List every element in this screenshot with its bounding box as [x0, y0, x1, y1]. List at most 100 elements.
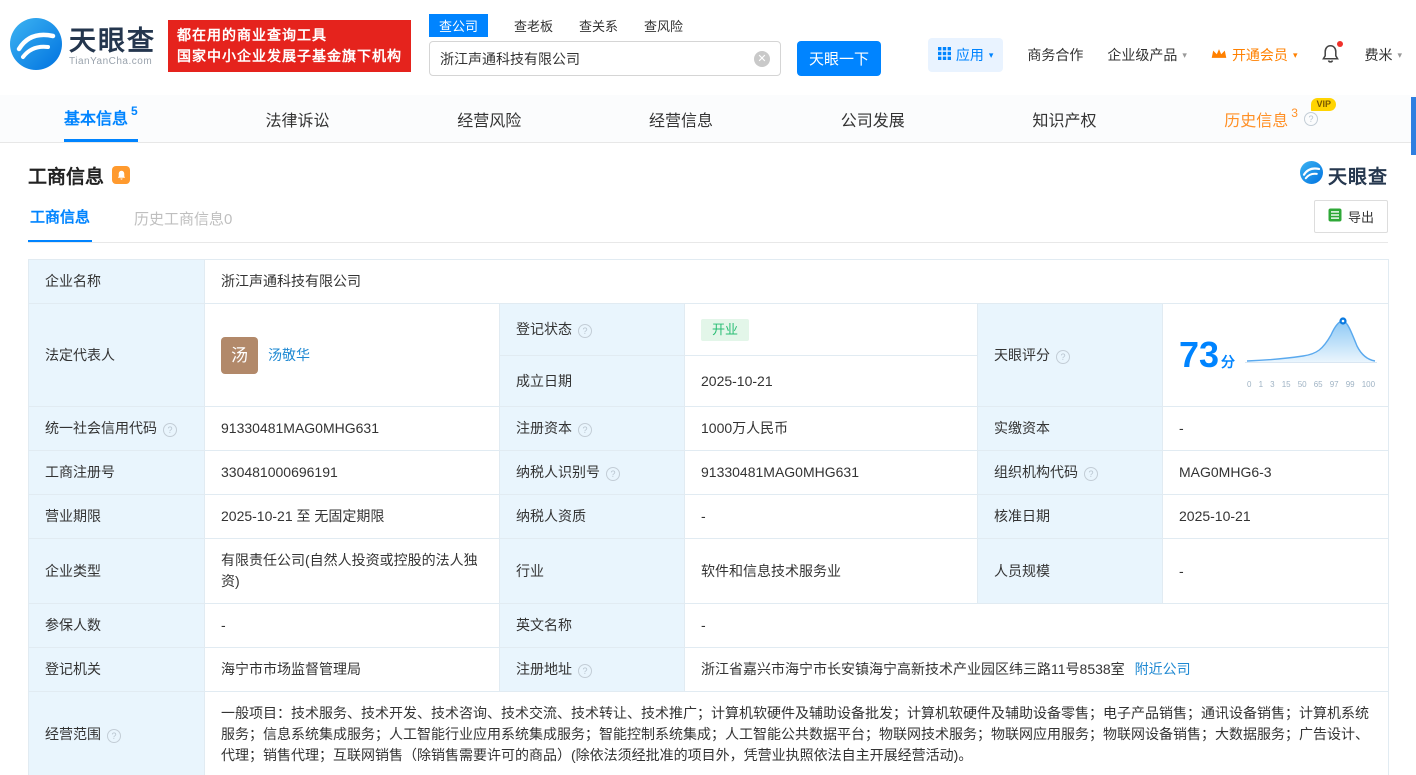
search-type-tabs: 查公司 查老板 查关系 查风险: [429, 14, 881, 36]
field-label: 法定代表人: [29, 304, 205, 407]
search-box: ✕: [429, 41, 781, 76]
search-area: 查公司 查老板 查关系 查风险 ✕ 天眼一下: [429, 14, 881, 76]
field-value: 91330481MAG0MHG631: [205, 407, 500, 451]
tab-history-info[interactable]: VIP 历史信息3: [1224, 95, 1344, 142]
field-label: 天眼评分: [978, 304, 1163, 407]
username: 费米: [1364, 45, 1392, 65]
table-row: 企业名称 浙江声通科技有限公司: [29, 260, 1389, 304]
apps-grid-icon: [938, 47, 951, 63]
tab-count: 3: [1291, 106, 1298, 120]
nearby-companies-link[interactable]: 附近公司: [1135, 661, 1191, 677]
vip-badge: VIP: [1311, 98, 1336, 111]
help-icon[interactable]: [107, 729, 121, 743]
enterprise-product-menu[interactable]: 企业级产品 ▾: [1107, 45, 1187, 65]
help-icon[interactable]: [1304, 112, 1318, 126]
field-value: 海宁市市场监督管理局: [205, 648, 500, 692]
field-value: 浙江声通科技有限公司: [205, 260, 1389, 304]
field-value: 汤 汤敬华: [205, 304, 500, 407]
tianyan-score: 73分 0 1: [1179, 315, 1372, 395]
score-axis: 0 1 3 15 50 65 97 99 100: [1245, 374, 1377, 395]
field-value: 2025-10-21: [685, 356, 978, 407]
apps-label: 应用: [956, 45, 984, 65]
tab-operation-risk[interactable]: 经营风险: [457, 95, 521, 142]
search-tab-boss[interactable]: 查老板: [514, 16, 553, 35]
table-row: 经营范围 一般项目：技术服务、技术开发、技术咨询、技术交流、技术转让、技术推广；…: [29, 692, 1389, 775]
enterprise-label: 企业级产品: [1107, 45, 1177, 65]
field-value: -: [685, 495, 978, 539]
help-icon[interactable]: [578, 664, 592, 678]
notifications-bell[interactable]: [1321, 44, 1340, 67]
axis-tick: 99: [1346, 374, 1355, 395]
tianyancha-logo[interactable]: 天眼查 TianYanCha.com: [10, 18, 156, 75]
help-icon[interactable]: [1056, 350, 1070, 364]
field-label: 注册资本: [500, 407, 685, 451]
scrollbar-thumb[interactable]: [1411, 97, 1416, 155]
field-value: 330481000696191: [205, 451, 500, 495]
status-badge: 开业: [701, 319, 749, 341]
chevron-down-icon: ▾: [1293, 50, 1298, 61]
brand-domain: TianYanCha.com: [69, 56, 156, 67]
field-value: 73分 0 1: [1163, 304, 1389, 407]
help-icon[interactable]: [578, 423, 592, 437]
help-icon[interactable]: [163, 423, 177, 437]
field-label: 纳税人资质: [500, 495, 685, 539]
field-value: 91330481MAG0MHG631: [685, 451, 978, 495]
axis-tick: 15: [1282, 374, 1291, 395]
score-number: 73分: [1179, 337, 1235, 373]
search-tab-relation[interactable]: 查关系: [579, 16, 618, 35]
open-vip-menu[interactable]: 开通会员 ▾: [1211, 45, 1298, 65]
tab-label: 基本信息: [64, 105, 128, 129]
bell-icon: [1321, 44, 1340, 64]
field-label: 企业类型: [29, 539, 205, 604]
tab-operation-info[interactable]: 经营信息: [649, 95, 713, 142]
tab-company-development[interactable]: 公司发展: [841, 95, 905, 142]
tianyancha-logo-icon: [1300, 161, 1323, 189]
field-value: 开业: [685, 304, 978, 356]
field-value: MAG0MHG6-3: [1163, 451, 1389, 495]
field-label: 成立日期: [500, 356, 685, 407]
subtab-history-business-info[interactable]: 历史工商信息0: [132, 208, 234, 242]
export-button[interactable]: 导出: [1314, 200, 1388, 233]
subtab-business-info[interactable]: 工商信息: [28, 206, 92, 242]
search-tab-risk[interactable]: 查风险: [644, 16, 683, 35]
tab-legal-litigation[interactable]: 法律诉讼: [265, 95, 329, 142]
chevron-down-icon: ▾: [989, 50, 994, 61]
tab-intellectual-property[interactable]: 知识产权: [1033, 95, 1097, 142]
tab-label: 历史信息: [1224, 107, 1288, 131]
search-input[interactable]: [440, 51, 754, 67]
tianyancha-watermark: 天眼查: [1300, 161, 1388, 189]
search-button[interactable]: 天眼一下: [797, 41, 881, 76]
business-info-table: 企业名称 浙江声通科技有限公司 法定代表人 汤 汤敬华 登记状态 开业 天眼评分…: [28, 259, 1389, 775]
table-row: 营业期限 2025-10-21 至 无固定期限 纳税人资质 - 核准日期 202…: [29, 495, 1389, 539]
field-label: 人员规模: [978, 539, 1163, 604]
field-value: 有限责任公司(自然人投资或控股的法人独资): [205, 539, 500, 604]
export-excel-icon: [1328, 208, 1342, 225]
apps-menu[interactable]: 应用 ▾: [928, 38, 1004, 72]
legal-rep-avatar[interactable]: 汤: [221, 337, 258, 374]
chevron-down-icon: ▾: [1397, 50, 1402, 61]
field-value: 浙江省嘉兴市海宁市长安镇海宁高新技术产业园区纬三路11号8538室 附近公司: [685, 648, 1389, 692]
legal-rep-link[interactable]: 汤敬华: [268, 345, 310, 366]
help-icon[interactable]: [578, 324, 592, 338]
field-value: 2025-10-21 至 无固定期限: [205, 495, 500, 539]
table-row: 参保人数 - 英文名称 -: [29, 604, 1389, 648]
cooperation-label: 商务合作: [1027, 45, 1083, 65]
cooperation-menu[interactable]: 商务合作: [1027, 45, 1083, 65]
user-menu[interactable]: 费米 ▾: [1364, 45, 1402, 65]
help-icon[interactable]: [606, 467, 620, 481]
table-row: 登记机关 海宁市市场监督管理局 注册地址 浙江省嘉兴市海宁市长安镇海宁高新技术产…: [29, 648, 1389, 692]
field-label: 实缴资本: [978, 407, 1163, 451]
field-label: 企业名称: [29, 260, 205, 304]
clear-search-icon[interactable]: ✕: [754, 51, 770, 67]
crown-icon: [1211, 47, 1227, 63]
axis-tick: 0: [1247, 374, 1251, 395]
subscribe-bell-icon[interactable]: [112, 166, 130, 184]
axis-tick: 65: [1314, 374, 1323, 395]
field-label: 纳税人识别号: [500, 451, 685, 495]
notification-dot: [1337, 41, 1343, 47]
tab-basic-info[interactable]: 基本信息5: [64, 95, 138, 142]
top-menu: 应用 ▾ 商务合作 企业级产品 ▾ 开通会员 ▾: [928, 38, 1402, 72]
search-tab-company[interactable]: 查公司: [429, 14, 488, 37]
field-value: 软件和信息技术服务业: [685, 539, 978, 604]
help-icon[interactable]: [1084, 467, 1098, 481]
